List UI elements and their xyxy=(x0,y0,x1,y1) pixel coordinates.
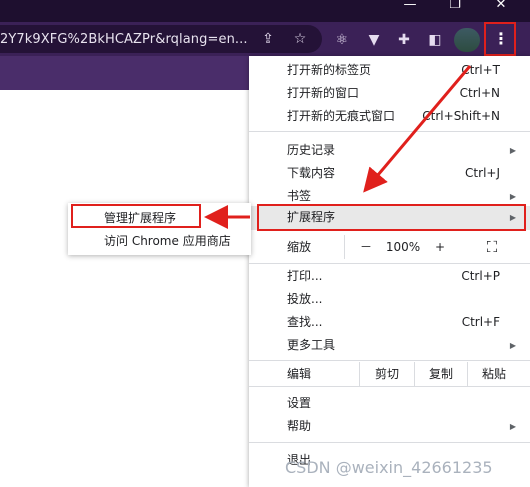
annotation-arrow-to-extensions xyxy=(363,65,472,193)
annotation-arrows xyxy=(204,65,472,229)
watermark-text: CSDN @weixin_42661235 xyxy=(285,458,493,477)
